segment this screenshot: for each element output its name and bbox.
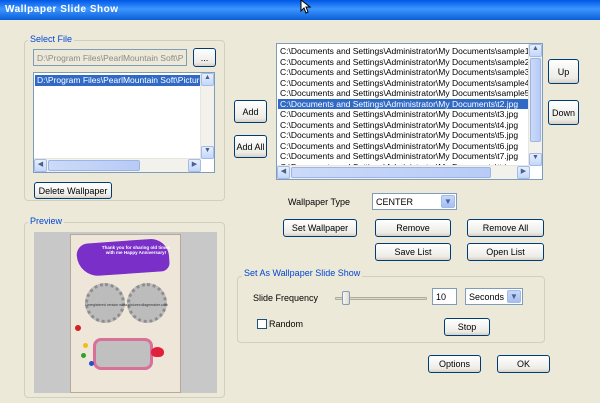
window-title: Wallpaper Slide Show	[5, 4, 119, 15]
frequency-input[interactable]: 10	[432, 288, 457, 305]
move-up-button[interactable]: Up	[548, 59, 579, 84]
wallpaper-type-value: CENTER	[376, 197, 414, 207]
random-checkbox[interactable]	[257, 319, 267, 329]
scroll-up-icon[interactable]: ▲	[201, 73, 214, 86]
move-down-button[interactable]: Down	[548, 100, 579, 125]
wallpaper-list-item[interactable]: C:\Documents and Settings\Administrator\…	[278, 88, 529, 99]
wallpaper-list-hscroll[interactable]: ◀ ▶	[277, 165, 530, 179]
slide-frequency-label: Slide Frequency	[253, 293, 319, 303]
frequency-unit-select[interactable]: Seconds ▼	[465, 288, 523, 305]
add-button[interactable]: Add	[234, 100, 267, 123]
slider-thumb[interactable]	[342, 291, 350, 305]
open-list-button[interactable]: Open List	[467, 243, 544, 261]
scroll-left-icon[interactable]: ◀	[277, 166, 290, 179]
slideshow-group	[237, 276, 545, 343]
preview-pink-frame	[93, 338, 153, 370]
scroll-down-icon[interactable]: ▼	[529, 153, 542, 166]
add-all-button[interactable]: Add All	[234, 135, 267, 158]
wallpaper-list-item[interactable]: C:\Documents and Settings\Administrator\…	[278, 98, 529, 109]
folder-list-hscroll[interactable]: ◀ ▶	[34, 158, 201, 172]
scroll-thumb[interactable]	[530, 58, 541, 142]
select-file-legend: Select File	[28, 34, 75, 44]
scroll-thumb[interactable]	[48, 160, 140, 171]
frequency-unit-value: Seconds	[469, 292, 505, 302]
preview-card-text: Thank you for sharing old times with me …	[101, 245, 171, 255]
wallpaper-list-item[interactable]: C:\Documents and Settings\Administrator\…	[278, 130, 529, 141]
browse-button[interactable]: ...	[193, 48, 216, 67]
wallpaper-list-item[interactable]: C:\Documents and Settings\Administrator\…	[278, 46, 529, 57]
folder-list-items: D:\Program Files\PearlMountain Soft\Pict…	[35, 75, 214, 86]
folder-list-vscroll[interactable]: ▲ ▼	[200, 73, 214, 159]
folder-list-item[interactable]: D:\Program Files\PearlMountain Soft\Pict…	[35, 75, 214, 86]
options-button[interactable]: Options	[428, 355, 481, 373]
preview-legend: Preview	[28, 216, 65, 226]
scroll-right-icon[interactable]: ▶	[188, 159, 201, 172]
chevron-down-icon[interactable]: ▼	[441, 195, 455, 208]
mouse-cursor-icon	[300, 0, 312, 14]
wallpaper-list-item[interactable]: C:\Documents and Settings\Administrator\…	[278, 120, 529, 131]
slideshow-legend: Set As Wallpaper Slide Show	[242, 268, 363, 278]
preview-brush-stroke	[75, 237, 171, 278]
frequency-slider[interactable]	[335, 290, 427, 306]
preview-dot-green	[81, 353, 86, 358]
scroll-left-icon[interactable]: ◀	[34, 159, 47, 172]
chevron-down-icon[interactable]: ▼	[507, 290, 521, 303]
folder-list[interactable]: D:\Program Files\PearlMountain Soft\Pict…	[33, 72, 215, 173]
wallpaper-list-item[interactable]: C:\Documents and Settings\Administrator\…	[278, 151, 529, 162]
scroll-up-icon[interactable]: ▲	[529, 44, 542, 57]
wallpaper-list[interactable]: C:\Documents and Settings\Administrator\…	[276, 43, 543, 180]
preview-watermark: Unregistered version www.picturecollagem…	[85, 303, 168, 307]
preview-heart	[151, 347, 164, 357]
wallpaper-list-vscroll[interactable]: ▲ ▼	[528, 44, 542, 166]
wallpaper-list-item[interactable]: C:\Documents and Settings\Administrator\…	[278, 109, 529, 120]
scroll-right-icon[interactable]: ▶	[517, 166, 530, 179]
wallpaper-list-item[interactable]: C:\Documents and Settings\Administrator\…	[278, 67, 529, 78]
ok-button[interactable]: OK	[497, 355, 550, 373]
remove-button[interactable]: Remove	[375, 219, 451, 237]
stop-button[interactable]: Stop	[444, 318, 490, 336]
wallpaper-type-label: Wallpaper Type	[288, 197, 351, 207]
save-list-button[interactable]: Save List	[375, 243, 451, 261]
random-label: Random	[269, 319, 304, 329]
wallpaper-list-items: C:\Documents and Settings\Administrator\…	[278, 46, 529, 172]
preview-dot-red	[75, 325, 81, 331]
preview-dot-yellow	[83, 343, 88, 348]
wallpaper-list-item[interactable]: C:\Documents and Settings\Administrator\…	[278, 57, 529, 68]
wallpaper-type-select[interactable]: CENTER ▼	[372, 193, 457, 210]
folder-path-input[interactable]: D:\Program Files\PearlMountain Soft\P	[33, 49, 187, 66]
wallpaper-list-item[interactable]: C:\Documents and Settings\Administrator\…	[278, 141, 529, 152]
set-wallpaper-button[interactable]: Set Wallpaper	[283, 219, 357, 237]
scroll-thumb[interactable]	[291, 167, 491, 178]
delete-wallpaper-button[interactable]: Delete Wallpaper	[34, 182, 112, 199]
scroll-down-icon[interactable]: ▼	[201, 146, 214, 159]
wallpaper-list-item[interactable]: C:\Documents and Settings\Administrator\…	[278, 78, 529, 89]
preview-dot-blue	[89, 361, 94, 366]
remove-all-button[interactable]: Remove All	[467, 219, 544, 237]
preview-image: Thank you for sharing old times with me …	[70, 234, 181, 393]
